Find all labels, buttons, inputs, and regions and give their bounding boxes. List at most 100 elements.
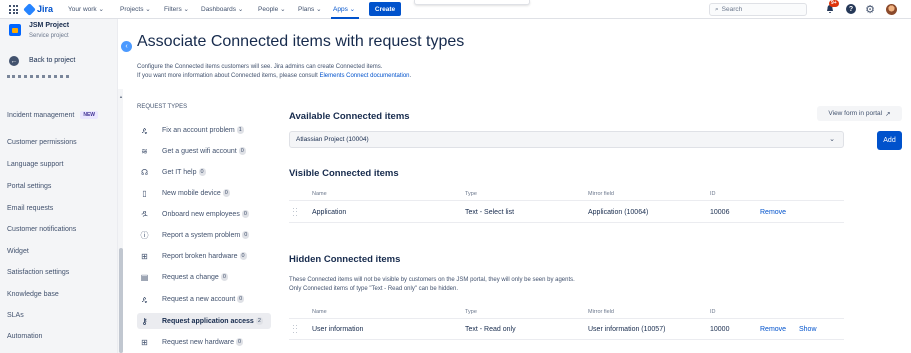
table-divider bbox=[289, 318, 844, 319]
request-type-label: Onboard new employees bbox=[162, 210, 240, 218]
request-type-count-badge: 0 bbox=[241, 210, 249, 218]
request-type-label: Request application access bbox=[162, 317, 254, 325]
request-type-label: Fix an account problem bbox=[162, 126, 235, 134]
project-type: Service project bbox=[29, 33, 69, 39]
request-type-item[interactable]: ዼ Fix an account problem 1 bbox=[137, 122, 271, 138]
chevron-down-icon: ⌄ bbox=[98, 6, 104, 13]
column-header-name: Name bbox=[312, 191, 327, 197]
sidebar-item-email-requests[interactable]: Email requests bbox=[7, 205, 53, 212]
sidebar-item-incident-management[interactable]: Incident management NEW bbox=[7, 111, 98, 119]
back-to-project-link[interactable]: Back to project bbox=[29, 57, 75, 64]
search-icon: ⌕ bbox=[715, 5, 719, 13]
table-cell-name: Application bbox=[312, 209, 347, 216]
sidebar-item-widget[interactable]: Widget bbox=[7, 248, 29, 255]
request-type-item[interactable]: ⊞ Report broken hardware 0 bbox=[137, 248, 271, 264]
help-icon: ? bbox=[846, 4, 856, 14]
request-type-label: Request new hardware bbox=[162, 338, 234, 346]
remove-link[interactable]: Remove bbox=[760, 209, 786, 216]
table-cell-type: Text - Select list bbox=[465, 209, 515, 216]
request-type-item[interactable]: ዼ Request a new account 0 bbox=[137, 291, 271, 307]
collapse-sidebar-button[interactable]: ‹ bbox=[121, 41, 132, 52]
request-type-label: Request a change bbox=[162, 273, 219, 281]
page-description: Configure the Connected items customers … bbox=[137, 64, 383, 70]
profile-button[interactable] bbox=[885, 3, 897, 15]
request-type-label: Report broken hardware bbox=[162, 252, 238, 260]
nav-projects[interactable]: Projects ⌄ bbox=[120, 5, 151, 13]
column-header-type: Type bbox=[465, 309, 477, 315]
column-header-mirror-field: Mirror field bbox=[588, 309, 614, 315]
hardware-icon: ⊞ bbox=[141, 251, 148, 261]
chevron-down-icon: ⌄ bbox=[316, 6, 322, 13]
avatar bbox=[885, 3, 897, 15]
remove-link[interactable]: Remove bbox=[760, 326, 786, 333]
project-avatar-icon bbox=[9, 24, 21, 36]
nav-apps[interactable]: Apps ⌄ bbox=[333, 5, 355, 13]
page-title: Associate Connected items with request t… bbox=[137, 33, 465, 50]
request-type-item[interactable]: ☊ Get IT help 0 bbox=[137, 164, 271, 180]
show-link[interactable]: Show bbox=[799, 326, 817, 333]
mobile-icon: ▯ bbox=[142, 188, 147, 198]
key-icon: ⚷ bbox=[141, 316, 148, 326]
nav-your-work[interactable]: Your work ⌄ bbox=[68, 5, 104, 13]
request-type-item[interactable]: ዷ Onboard new employees 0 bbox=[137, 206, 271, 222]
available-items-title: Available Connected items bbox=[289, 111, 410, 122]
sidebar-scrollbar-thumb[interactable] bbox=[119, 248, 123, 353]
sidebar-item-satisfaction-settings[interactable]: Satisfaction settings bbox=[7, 269, 69, 276]
sidebar-item-customer-notifications[interactable]: Customer notifications bbox=[7, 226, 76, 233]
view-form-in-portal-button[interactable]: View form in portal ↗ bbox=[817, 106, 902, 121]
request-type-label: Get a guest wifi account bbox=[162, 147, 237, 155]
new-badge: NEW bbox=[80, 111, 98, 119]
table-cell-id: 10006 bbox=[710, 209, 730, 216]
request-type-item[interactable]: ▯ New mobile device 0 bbox=[137, 185, 271, 201]
dropdown-popup-edge bbox=[414, 0, 530, 5]
table-cell-id: 10000 bbox=[710, 326, 730, 333]
wifi-icon: ≋ bbox=[141, 146, 148, 156]
request-type-item[interactable]: ▤ Request a change 0 bbox=[137, 269, 271, 285]
request-type-item[interactable]: ⚷ Request application access 2 bbox=[137, 313, 271, 329]
sidebar-item-knowledge-base[interactable]: Knowledge base bbox=[7, 291, 59, 298]
table-divider bbox=[289, 200, 844, 201]
request-type-item[interactable]: ⊞ Request new hardware 0 bbox=[137, 334, 271, 350]
column-header-mirror-field: Mirror field bbox=[588, 191, 614, 197]
settings-button[interactable]: ⚙ bbox=[864, 3, 876, 16]
scroll-up-icon[interactable]: ▲ bbox=[119, 94, 123, 99]
hidden-items-title: Hidden Connected items bbox=[289, 254, 401, 265]
page-description-docs: If you want more information about Conne… bbox=[137, 73, 412, 79]
search-input[interactable]: ⌕ Search bbox=[709, 3, 807, 16]
documentation-link[interactable]: Elements Connect documentation bbox=[319, 73, 409, 79]
connected-item-select[interactable]: Atlassian Project (10004) ⌄ bbox=[289, 131, 844, 148]
app-switcher-icon[interactable] bbox=[9, 5, 18, 14]
external-link-icon: ↗ bbox=[885, 110, 891, 118]
request-type-item[interactable]: ≋ Get a guest wifi account 0 bbox=[137, 143, 271, 159]
create-button[interactable]: Create bbox=[369, 2, 401, 16]
sidebar-item-portal-settings[interactable]: Portal settings bbox=[7, 183, 51, 190]
nav-dashboards[interactable]: Dashboards ⌄ bbox=[201, 5, 243, 13]
drag-handle-icon[interactable] bbox=[293, 325, 297, 334]
drag-handle-icon[interactable] bbox=[293, 208, 297, 217]
request-type-label: Request a new account bbox=[162, 295, 236, 303]
sidebar-item-customer-permissions[interactable]: Customer permissions bbox=[7, 139, 77, 146]
request-type-count-badge: 0 bbox=[198, 168, 206, 176]
request-type-count-badge: 0 bbox=[242, 231, 250, 239]
request-type-item[interactable]: ⓘ Report a system problem 0 bbox=[137, 227, 271, 243]
nav-people[interactable]: People ⌄ bbox=[258, 5, 286, 13]
sidebar-item-language-support[interactable]: Language support bbox=[7, 161, 63, 168]
search-placeholder: Search bbox=[721, 6, 743, 13]
account-icon: ዼ bbox=[141, 294, 148, 303]
nav-plans[interactable]: Plans ⌄ bbox=[298, 5, 322, 13]
jira-logo[interactable]: Jira bbox=[23, 2, 53, 16]
chevron-down-icon: ⌄ bbox=[183, 6, 189, 13]
jira-logo-icon bbox=[23, 2, 36, 16]
project-name[interactable]: JSM Project bbox=[29, 22, 69, 29]
request-type-count-badge: 0 bbox=[239, 252, 247, 260]
sidebar-item-automation[interactable]: Automation bbox=[7, 333, 42, 340]
request-types-heading: REQUEST TYPES bbox=[137, 104, 188, 110]
hidden-items-note: Only Connected items of type "Text - Rea… bbox=[289, 286, 459, 292]
nav-filters[interactable]: Filters ⌄ bbox=[164, 5, 189, 13]
help-button[interactable]: ? bbox=[845, 3, 857, 15]
add-button[interactable]: Add bbox=[877, 131, 902, 150]
chevron-down-icon: ⌄ bbox=[829, 136, 835, 143]
request-type-count-badge: 0 bbox=[220, 273, 228, 281]
sidebar-item-slas[interactable]: SLAs bbox=[7, 312, 24, 319]
table-cell-mirror-field: Application (10064) bbox=[588, 209, 649, 216]
